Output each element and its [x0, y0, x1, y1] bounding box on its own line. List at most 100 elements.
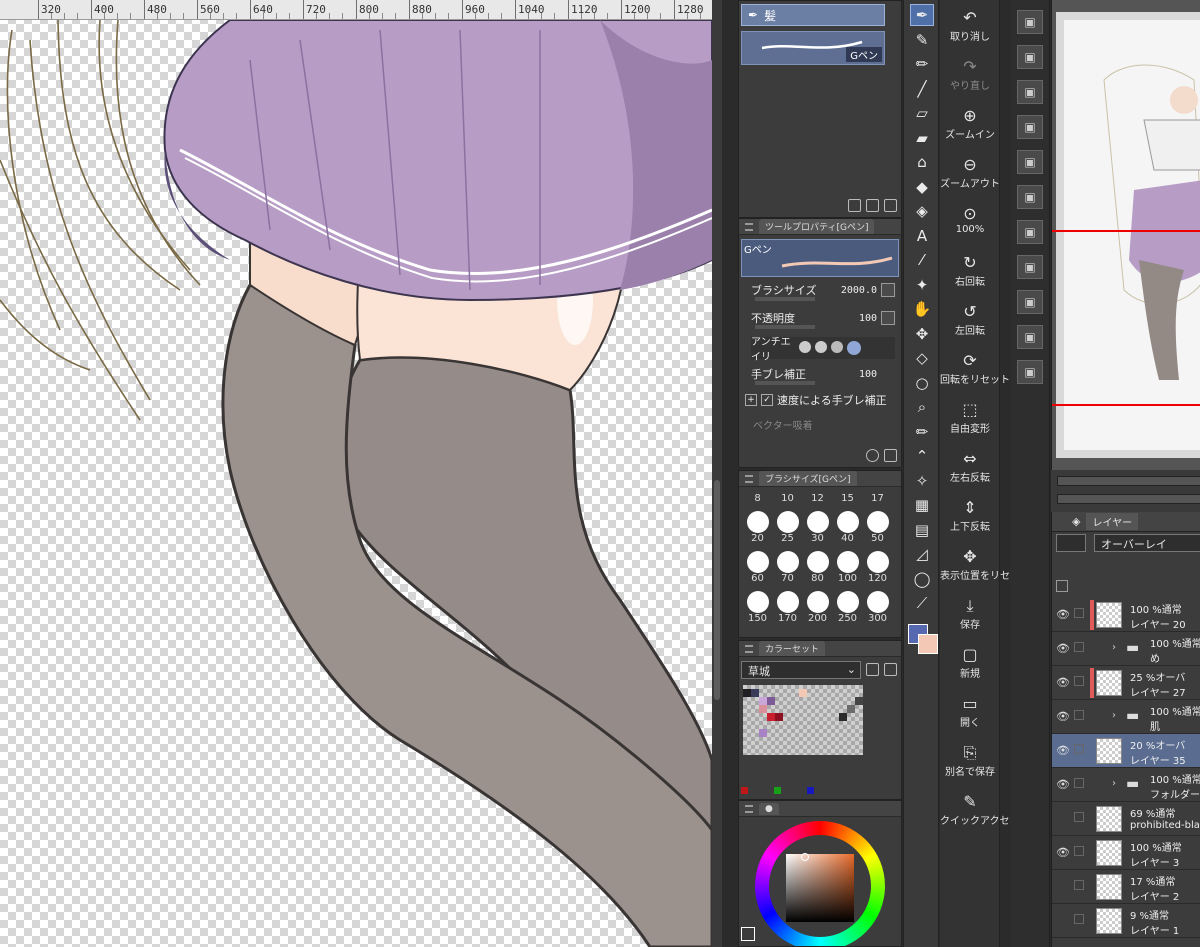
expand-arrow-icon[interactable]: ›	[1112, 710, 1116, 721]
antialias-none[interactable]	[799, 341, 811, 353]
green-swatch[interactable]	[774, 787, 781, 794]
opacity-toggle[interactable]	[881, 311, 895, 325]
hand-icon[interactable]: ✋	[910, 298, 934, 320]
panel-toggle-icon[interactable]: ▣	[1017, 10, 1043, 34]
lock-toggle[interactable]	[1074, 608, 1084, 618]
eraser-icon[interactable]: ▰	[910, 127, 934, 149]
import-icon[interactable]	[884, 663, 897, 676]
wrench-icon[interactable]	[866, 663, 879, 676]
layer-row[interactable]: 👁 25 %オーバ レイヤー 27	[1052, 666, 1200, 700]
reset-icon[interactable]	[866, 449, 879, 462]
zoom-100-command[interactable]: ⊙ 100%	[940, 204, 1000, 235]
brush-size-option[interactable]: 70	[773, 551, 802, 584]
rotate-right-command[interactable]: ↻ 右回転	[940, 253, 1000, 288]
ruler-icon[interactable]: ◿	[910, 543, 934, 565]
antialias-medium[interactable]	[831, 341, 843, 353]
sub-color-swatch[interactable]	[918, 634, 938, 654]
panel-toggle-icon[interactable]: ▣	[1017, 185, 1043, 209]
balloon-icon[interactable]: ◯	[910, 568, 934, 590]
brush-size-option[interactable]: 12	[803, 493, 832, 504]
open-command[interactable]: ▭ 開く	[940, 694, 1000, 729]
opacity-slider[interactable]	[755, 325, 815, 329]
stabilization-value[interactable]: 100	[859, 369, 877, 380]
sub-tool-item[interactable]: ✒ 髪	[741, 4, 885, 26]
reset-position-command[interactable]: ✥ 表示位置をリセ	[940, 547, 1010, 582]
brush-size-option[interactable]: 200	[803, 591, 832, 624]
lock-toggle[interactable]	[1074, 812, 1084, 822]
color-swatch[interactable]	[767, 697, 775, 705]
flip-horizontal-command[interactable]: ⇔ 左右反転	[940, 449, 1000, 484]
import-icon[interactable]	[848, 199, 861, 212]
expand-arrow-icon[interactable]: ›	[1112, 778, 1116, 789]
layer-row[interactable]: 9 %通常 レイヤー 1	[1052, 904, 1200, 938]
antialias-weak[interactable]	[815, 341, 827, 353]
brush-size-dropdown[interactable]	[881, 283, 895, 297]
stabilization-slider[interactable]	[755, 381, 815, 385]
brush-size-option[interactable]: 8	[743, 493, 772, 504]
panel-toggle-icon[interactable]: ▣	[1017, 80, 1043, 104]
opacity-value[interactable]: 100	[859, 313, 877, 324]
zoom-in-command[interactable]: ⊕ ズームイン	[940, 106, 1000, 141]
layer-property-icon[interactable]	[1056, 580, 1068, 592]
free-transform-command[interactable]: ⬚ 自由変形	[940, 400, 1000, 435]
brush-size-option[interactable]: 30	[803, 511, 832, 544]
lock-toggle[interactable]	[1074, 778, 1084, 788]
panel-toggle-icon[interactable]: ▣	[1017, 360, 1043, 384]
canvas-vertical-scrollbar[interactable]	[712, 0, 722, 947]
line-icon[interactable]: ╱	[910, 78, 934, 100]
frame-icon[interactable]: ▤	[910, 519, 934, 541]
panel-toggle-icon[interactable]: ▣	[1017, 220, 1043, 244]
brush-size-option[interactable]: 100	[833, 551, 862, 584]
brush-size-value[interactable]: 2000.0	[841, 285, 877, 296]
lock-toggle[interactable]	[1074, 880, 1084, 890]
visibility-eye-icon[interactable]: 👁	[1056, 608, 1070, 621]
eyedropper-icon[interactable]: ⁄	[910, 249, 934, 271]
brush-size-option[interactable]: 15	[833, 493, 862, 504]
rotate-reset-command[interactable]: ⟳ 回転をリセット	[940, 351, 1010, 386]
brush-size-option[interactable]: 20	[743, 511, 772, 544]
cube-icon[interactable]: ◇	[910, 347, 934, 369]
layer-folder-row[interactable]: 👁 › ▬ 100 %通常め	[1052, 632, 1200, 666]
scrollbar-thumb[interactable]	[714, 480, 720, 700]
pencil-icon[interactable]: ✎	[910, 29, 934, 51]
vector-snap-row[interactable]: ベクター吸着	[753, 413, 895, 435]
sparkle-icon[interactable]: ✦	[910, 274, 934, 296]
brush-icon[interactable]: ✏	[910, 421, 934, 443]
color-swatch[interactable]	[847, 705, 855, 713]
layer-row[interactable]: 👁 100 %通常 レイヤー 3	[1052, 836, 1200, 870]
eraser-icon[interactable]: ▱	[910, 102, 934, 124]
brush-size-option[interactable]: 40	[833, 511, 862, 544]
saturation-value-square[interactable]	[786, 854, 854, 922]
panel-toggle-icon[interactable]: ▣	[1017, 290, 1043, 314]
layer-row[interactable]: 17 %通常 レイヤー 2	[1052, 870, 1200, 904]
panel-toggle-icon[interactable]: ▣	[1017, 150, 1043, 174]
stabilization-row[interactable]: 手ブレ補正 100	[751, 363, 895, 385]
color-swatch[interactable]	[799, 689, 807, 697]
panel-toggle-icon[interactable]: ▣	[1017, 325, 1043, 349]
lock-toggle[interactable]	[1074, 846, 1084, 856]
blend-icon[interactable]: ⌂	[910, 151, 934, 173]
antialias-options[interactable]	[799, 341, 861, 355]
star-icon[interactable]: ✧	[910, 470, 934, 492]
delete-icon[interactable]	[884, 199, 897, 212]
color-swatch[interactable]	[759, 705, 767, 713]
layer-folder-row[interactable]: 👁 › ▬ 100 %通常肌	[1052, 700, 1200, 734]
brush-size-option[interactable]: 250	[833, 591, 862, 624]
undo-command[interactable]: ↶ 取り消し	[940, 8, 1000, 43]
zoom-slider[interactable]	[1057, 476, 1200, 486]
brush-size-row[interactable]: ブラシサイズ 2000.0	[751, 279, 895, 301]
panel-toggle-icon[interactable]: ▣	[1017, 115, 1043, 139]
color-wheel-tab[interactable]: ●	[759, 802, 779, 815]
color-swatch[interactable]	[775, 713, 783, 721]
flip-vertical-command[interactable]: ⇕ 上下反転	[940, 498, 1000, 533]
panel-toggle-icon[interactable]: ▣	[1017, 255, 1043, 279]
layer-row[interactable]: 69 %通常prohibited-black	[1052, 802, 1200, 836]
zoom-icon[interactable]: ⌕	[910, 396, 934, 418]
visibility-eye-icon[interactable]: 👁	[1056, 710, 1070, 723]
drawing-canvas[interactable]: 320 400 480 560 640 720 800 880 960 1040 1120 1200 1…	[0, 0, 712, 947]
move-icon[interactable]: ✥	[910, 323, 934, 345]
brush-size-option[interactable]: 120	[863, 551, 892, 584]
opacity-row[interactable]: 不透明度 100	[751, 307, 895, 329]
lock-toggle[interactable]	[1074, 744, 1084, 754]
wrench-icon[interactable]	[884, 449, 897, 462]
